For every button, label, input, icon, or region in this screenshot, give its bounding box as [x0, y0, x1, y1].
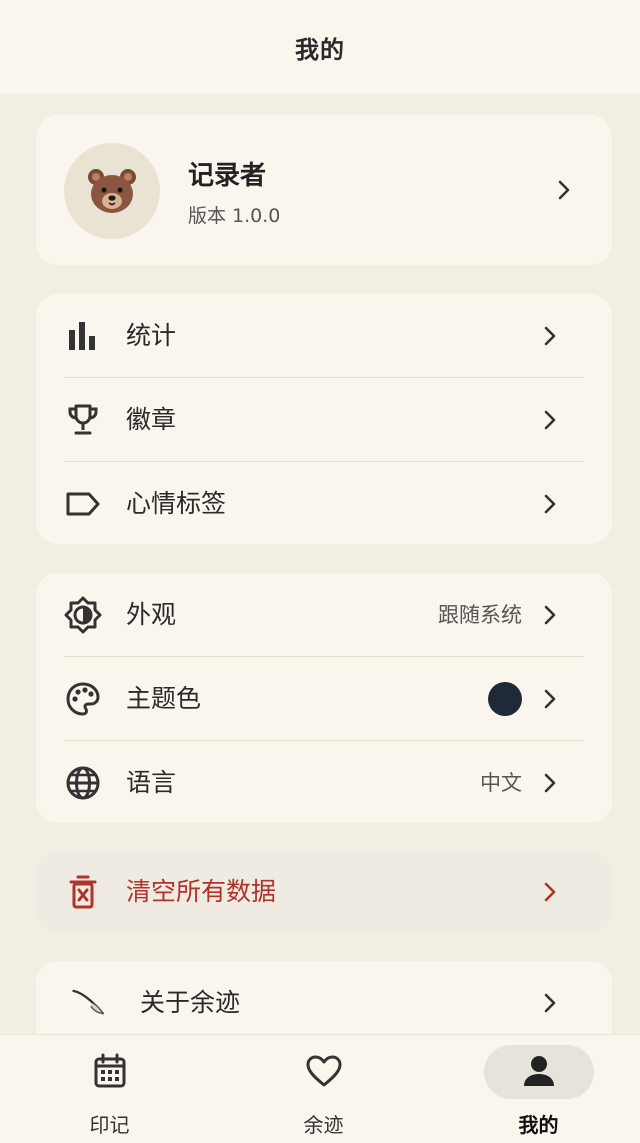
globe-icon [64, 764, 102, 802]
nav-tab-traces[interactable]: 余迹 [217, 1035, 430, 1143]
menu-item-label: 徽章 [126, 405, 177, 434]
bar-chart-icon [64, 317, 102, 355]
menu-item-statistics[interactable]: 统计 [36, 294, 612, 378]
nav-tab-imprints[interactable]: 印记 [3, 1035, 216, 1143]
features-card: 统计 徽章 心情标签 [36, 294, 612, 544]
menu-item-label: 语言 [126, 768, 177, 797]
menu-item-label: 统计 [126, 321, 177, 350]
chevron-right-icon [544, 605, 556, 625]
profile-version: 版本 1.0.0 [188, 205, 281, 227]
bottom-navigation: 印记 余迹 我的 [0, 1034, 640, 1143]
brightness-icon [64, 596, 102, 634]
chevron-right-icon [544, 993, 556, 1013]
chevron-right-icon [544, 882, 556, 902]
menu-item-appearance[interactable]: 外观 跟随系统 [36, 573, 612, 657]
delete-icon [64, 873, 102, 911]
clear-data-button[interactable]: 清空所有数据 [36, 852, 612, 932]
menu-item-label: 外观 [126, 600, 177, 629]
nav-tab-label: 余迹 [303, 1113, 344, 1137]
chevron-right-icon [558, 180, 570, 200]
menu-item-theme-color[interactable]: 主题色 [36, 657, 612, 741]
language-value: 中文 [480, 771, 522, 795]
menu-item-label: 心情标签 [126, 489, 227, 518]
chevron-right-icon [544, 410, 556, 430]
chevron-right-icon [544, 773, 556, 793]
settings-card: 外观 跟随系统 主题色 语言 中文 [36, 573, 612, 823]
avatar [64, 143, 160, 239]
person-icon [519, 1051, 559, 1091]
app-bar: 我的 [0, 0, 640, 94]
chevron-right-icon [544, 326, 556, 346]
chevron-right-icon [544, 494, 556, 514]
menu-item-about[interactable]: 关于余迹 [36, 961, 612, 1045]
nav-tab-mine[interactable]: 我的 [432, 1035, 640, 1143]
theme-color-swatch [488, 682, 522, 716]
page-title: 我的 [295, 35, 345, 64]
nav-tab-label: 印记 [89, 1113, 130, 1137]
menu-item-language[interactable]: 语言 中文 [36, 741, 612, 825]
menu-item-mood-tags[interactable]: 心情标签 [36, 462, 612, 546]
palette-icon [64, 680, 102, 718]
trophy-icon [64, 401, 102, 439]
menu-item-label: 关于余迹 [140, 988, 241, 1017]
calendar-icon [90, 1051, 130, 1091]
chevron-right-icon [544, 689, 556, 709]
clear-data-row: 清空所有数据 [36, 852, 612, 932]
nav-tab-label: 我的 [518, 1113, 559, 1137]
clear-data-label: 清空所有数据 [126, 877, 277, 906]
menu-item-badges[interactable]: 徽章 [36, 378, 612, 462]
heart-icon [304, 1051, 344, 1091]
appearance-value: 跟随系统 [438, 603, 522, 627]
label-tag-icon [64, 485, 102, 523]
feather-icon [70, 984, 108, 1022]
profile-name: 记录者 [188, 161, 267, 191]
profile-card[interactable]: 记录者 版本 1.0.0 [36, 115, 612, 265]
menu-item-label: 主题色 [126, 684, 202, 713]
bear-face-icon [88, 169, 136, 213]
